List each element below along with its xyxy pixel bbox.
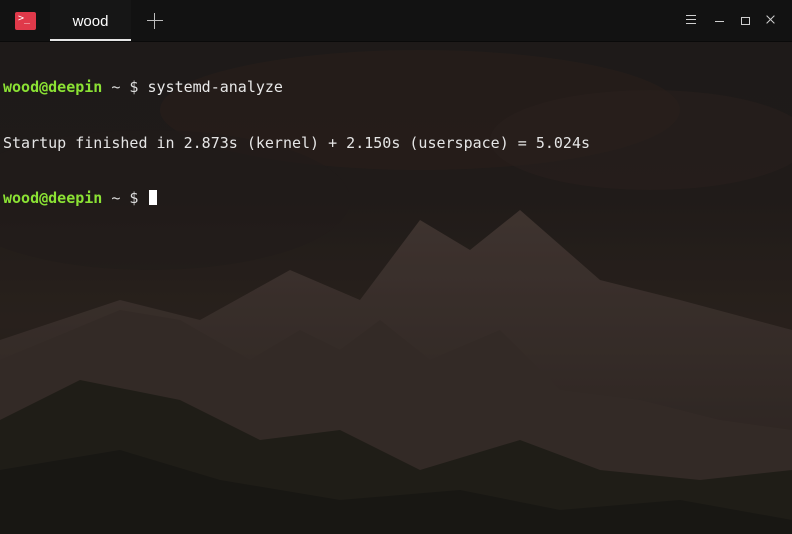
prompt-user-host: wood@deepin bbox=[3, 189, 103, 207]
terminal-output[interactable]: wood@deepin ~ $ systemd-analyze Startup … bbox=[3, 41, 792, 534]
title-bar: >_ wood bbox=[0, 0, 792, 42]
maximize-icon[interactable] bbox=[738, 12, 754, 28]
close-icon[interactable] bbox=[763, 12, 779, 28]
active-tab-indicator bbox=[50, 39, 131, 41]
command-text: systemd-analyze bbox=[147, 78, 283, 96]
hamburger-menu-icon[interactable] bbox=[684, 12, 700, 28]
minimize-icon[interactable] bbox=[712, 12, 728, 28]
prompt-user-host: wood@deepin bbox=[3, 78, 103, 96]
prompt-symbol: ~ $ bbox=[102, 78, 148, 96]
tab-label: wood bbox=[72, 13, 109, 30]
terminal-window: >_ wood wood@deepin ~ $ systemd-analyze … bbox=[0, 0, 792, 534]
plus-icon[interactable] bbox=[145, 11, 165, 31]
text-cursor bbox=[148, 190, 157, 205]
prompt-symbol: ~ $ bbox=[102, 189, 148, 207]
command-output: Startup finished in 2.873s (kernel) + 2.… bbox=[3, 133, 590, 152]
tab-wood[interactable]: wood bbox=[50, 0, 131, 41]
terminal-line: wood@deepin ~ $ bbox=[3, 189, 792, 208]
terminal-icon-glyph: >_ bbox=[18, 13, 31, 24]
terminal-line: wood@deepin ~ $ systemd-analyze bbox=[3, 78, 792, 97]
terminal-line: Startup finished in 2.873s (kernel) + 2.… bbox=[3, 134, 792, 153]
terminal-icon[interactable]: >_ bbox=[15, 12, 36, 30]
